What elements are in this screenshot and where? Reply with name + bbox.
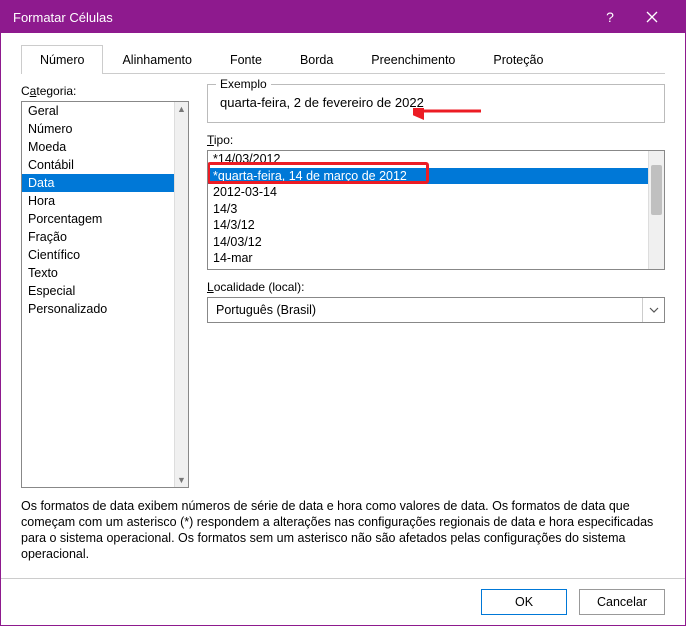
close-icon	[646, 11, 658, 23]
type-scrollbar[interactable]	[648, 151, 664, 269]
category-list[interactable]: GeralNúmeroMoedaContábilDataHoraPorcenta…	[21, 101, 189, 488]
main-row: Categoria: GeralNúmeroMoedaContábilDataH…	[21, 84, 665, 488]
example-legend: Exemplo	[216, 77, 271, 91]
chevron-down-icon[interactable]	[642, 298, 664, 322]
locale-select[interactable]: Português (Brasil)	[207, 297, 665, 323]
locale-label: Localidade (local):	[207, 280, 665, 294]
ok-button[interactable]: OK	[481, 589, 567, 615]
close-button[interactable]	[631, 1, 673, 33]
type-item[interactable]: 14/3	[208, 201, 648, 218]
category-item[interactable]: Geral	[22, 102, 174, 120]
locale-value: Português (Brasil)	[208, 303, 642, 317]
format-cells-dialog: Formatar Células ? NúmeroAlinhamentoFont…	[0, 0, 686, 626]
description-text: Os formatos de data exibem números de sé…	[21, 498, 665, 562]
tab-fonte[interactable]: Fonte	[211, 45, 281, 74]
annotation-arrow-icon	[413, 108, 483, 128]
example-fieldset: Exemplo quarta-feira, 2 de fevereiro de …	[207, 84, 665, 123]
tab-alinhamento[interactable]: Alinhamento	[103, 45, 211, 74]
type-label: Tipo:	[207, 133, 665, 147]
help-button[interactable]: ?	[589, 1, 631, 33]
right-column: Exemplo quarta-feira, 2 de fevereiro de …	[207, 84, 665, 488]
category-item[interactable]: Moeda	[22, 138, 174, 156]
category-item[interactable]: Data	[22, 174, 174, 192]
scrollbar-thumb[interactable]	[651, 165, 662, 215]
category-scrollbar[interactable]: ▲ ▼	[174, 102, 188, 487]
tab-proteção[interactable]: Proteção	[474, 45, 562, 74]
category-item[interactable]: Contábil	[22, 156, 174, 174]
type-item[interactable]: 14/03/12	[208, 234, 648, 251]
tab-preenchimento[interactable]: Preenchimento	[352, 45, 474, 74]
category-item[interactable]: Personalizado	[22, 300, 174, 318]
type-item[interactable]: 2012-03-14	[208, 184, 648, 201]
category-column: Categoria: GeralNúmeroMoedaContábilDataH…	[21, 84, 189, 488]
scroll-up-icon[interactable]: ▲	[175, 102, 189, 116]
category-item[interactable]: Número	[22, 120, 174, 138]
dialog-content: NúmeroAlinhamentoFonteBordaPreenchimento…	[1, 33, 685, 578]
category-item[interactable]: Científico	[22, 246, 174, 264]
type-item[interactable]: 14/3/12	[208, 217, 648, 234]
type-item[interactable]: 14-mar	[208, 250, 648, 267]
category-item[interactable]: Especial	[22, 282, 174, 300]
titlebar: Formatar Células ?	[1, 1, 685, 33]
category-item[interactable]: Hora	[22, 192, 174, 210]
category-label: Categoria:	[21, 84, 189, 98]
category-item[interactable]: Porcentagem	[22, 210, 174, 228]
type-list[interactable]: *14/03/2012*quarta-feira, 14 de março de…	[207, 150, 665, 270]
window-title: Formatar Células	[13, 10, 589, 25]
tab-strip: NúmeroAlinhamentoFonteBordaPreenchimento…	[21, 45, 665, 74]
category-item[interactable]: Fração	[22, 228, 174, 246]
type-item[interactable]: *14/03/2012	[208, 151, 648, 168]
dialog-footer: OK Cancelar	[1, 578, 685, 625]
tab-número[interactable]: Número	[21, 45, 103, 74]
example-value: quarta-feira, 2 de fevereiro de 2022	[220, 95, 652, 110]
cancel-button[interactable]: Cancelar	[579, 589, 665, 615]
scroll-down-icon[interactable]: ▼	[175, 473, 189, 487]
type-item[interactable]: *quarta-feira, 14 de março de 2012	[208, 168, 648, 185]
category-item[interactable]: Texto	[22, 264, 174, 282]
tab-borda[interactable]: Borda	[281, 45, 352, 74]
